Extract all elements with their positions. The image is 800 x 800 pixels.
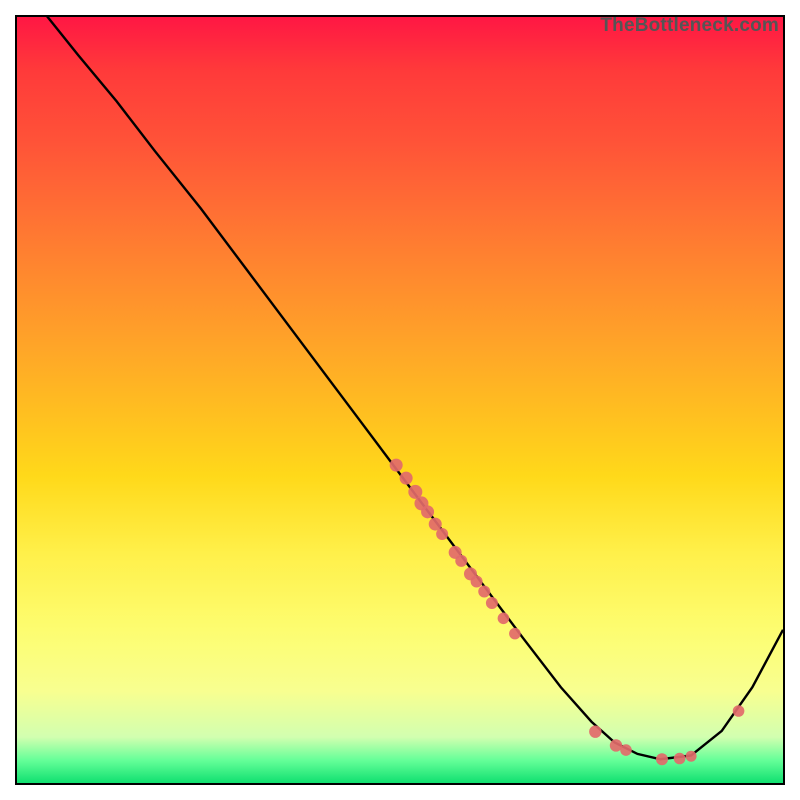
data-marker (620, 744, 632, 756)
curve-path (17, 17, 783, 759)
data-marker (733, 705, 745, 717)
chart-container: TheBottleneck.com (0, 0, 800, 800)
data-marker (486, 597, 498, 609)
data-marker (478, 586, 490, 598)
data-marker (656, 753, 668, 765)
data-markers (390, 459, 745, 766)
data-marker (436, 528, 448, 540)
chart-svg (17, 17, 783, 783)
bottleneck-curve (17, 17, 783, 759)
data-marker (400, 472, 413, 485)
data-marker (390, 459, 403, 472)
data-marker (421, 505, 434, 518)
watermark-label: TheBottleneck.com (600, 15, 779, 37)
data-marker (455, 555, 467, 567)
data-marker (686, 751, 697, 762)
data-marker (509, 628, 521, 640)
data-marker (589, 725, 601, 737)
data-marker (674, 753, 686, 765)
data-marker (471, 576, 483, 588)
data-marker (498, 613, 510, 625)
plot-area: TheBottleneck.com (15, 15, 785, 785)
